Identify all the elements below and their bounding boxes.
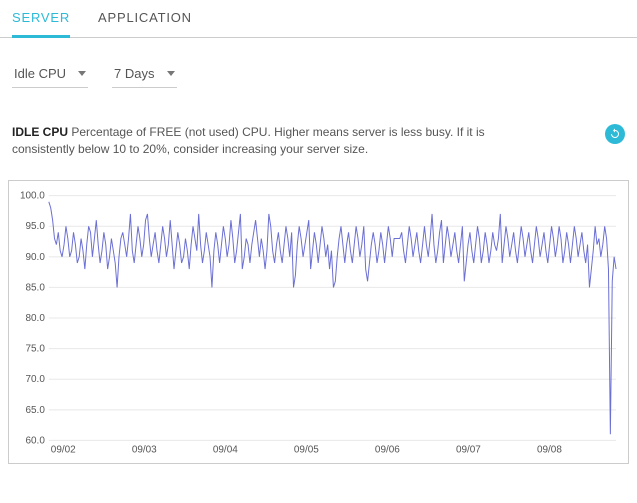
svg-text:09/06: 09/06 — [375, 444, 400, 455]
svg-text:60.0: 60.0 — [26, 435, 46, 446]
svg-text:09/07: 09/07 — [456, 444, 481, 455]
metric-description-body: Percentage of FREE (not used) CPU. Highe… — [12, 125, 485, 156]
svg-text:70.0: 70.0 — [26, 374, 46, 385]
tab-application[interactable]: APPLICATION — [98, 0, 192, 38]
tab-server[interactable]: SERVER — [12, 0, 70, 38]
svg-text:09/02: 09/02 — [51, 444, 76, 455]
svg-text:95.0: 95.0 — [26, 221, 46, 232]
svg-text:09/05: 09/05 — [294, 444, 319, 455]
chart-area: 60.0 65.0 70.0 75.0 80.0 85.0 90.0 95.0 100.0 09/… — [15, 189, 622, 459]
controls-row: Idle CPU 7 Days — [0, 38, 637, 96]
svg-text:65.0: 65.0 — [26, 404, 46, 415]
svg-text:09/03: 09/03 — [132, 444, 157, 455]
refresh-icon — [609, 128, 621, 140]
chevron-down-icon — [167, 71, 175, 76]
svg-text:100.0: 100.0 — [20, 190, 45, 201]
metric-dropdown-label: Idle CPU — [14, 66, 66, 81]
svg-text:80.0: 80.0 — [26, 313, 46, 324]
svg-text:85.0: 85.0 — [26, 282, 46, 293]
svg-text:90.0: 90.0 — [26, 251, 46, 262]
svg-text:09/08: 09/08 — [537, 444, 562, 455]
chart-card: 60.0 65.0 70.0 75.0 80.0 85.0 90.0 95.0 100.0 09/… — [8, 180, 629, 464]
svg-text:75.0: 75.0 — [26, 343, 46, 354]
metric-description-title: IDLE CPU — [12, 125, 68, 139]
idle-cpu-chart: 60.0 65.0 70.0 75.0 80.0 85.0 90.0 95.0 100.0 09/… — [15, 189, 622, 459]
metric-description: IDLE CPU Percentage of FREE (not used) C… — [12, 124, 532, 158]
tabs: SERVER APPLICATION — [0, 0, 637, 38]
description-row: IDLE CPU Percentage of FREE (not used) C… — [0, 96, 637, 162]
range-dropdown[interactable]: 7 Days — [112, 62, 176, 88]
chevron-down-icon — [78, 71, 86, 76]
range-dropdown-label: 7 Days — [114, 66, 154, 81]
refresh-button[interactable] — [605, 124, 625, 144]
metric-dropdown[interactable]: Idle CPU — [12, 62, 88, 88]
svg-text:09/04: 09/04 — [213, 444, 238, 455]
